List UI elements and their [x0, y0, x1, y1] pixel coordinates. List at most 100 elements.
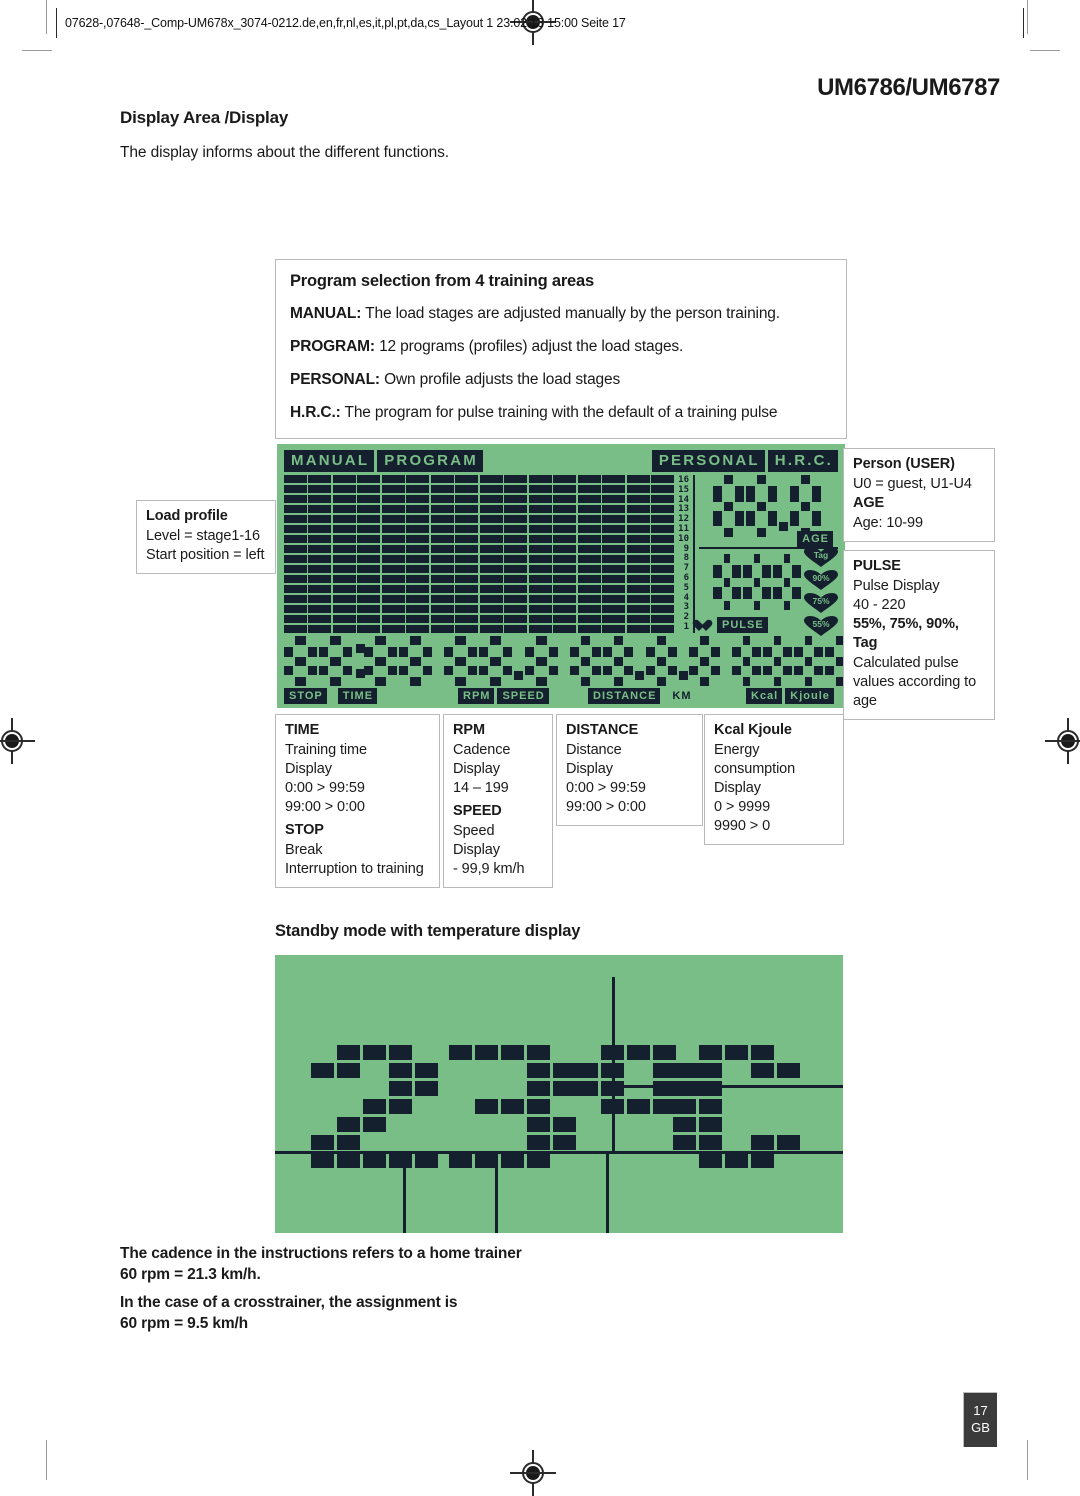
- matrix-cell: [602, 544, 626, 554]
- matrix-cell: [651, 624, 674, 633]
- standby-dot: [575, 1081, 598, 1096]
- matrix-cell: [357, 624, 381, 633]
- standby-heading: Standby mode with temperature display: [275, 922, 581, 940]
- callout-distance: DISTANCE Distance Display 0:00 > 99:59 9…: [556, 714, 703, 826]
- standby-dot: [673, 1117, 696, 1132]
- matrix-cell: [553, 484, 577, 494]
- matrix-cell: [602, 504, 626, 514]
- matrix-cell: [308, 564, 332, 574]
- callout-pulse-line-2: 40 - 220: [853, 597, 906, 613]
- matrix-cell: [284, 514, 307, 524]
- matrix-cell: [308, 604, 332, 614]
- decimal-point: [514, 671, 525, 686]
- standby-dot: [575, 1135, 598, 1150]
- matrix-cell: [284, 524, 307, 534]
- matrix-cell: [430, 504, 454, 514]
- standby-dot: [699, 1153, 722, 1168]
- standby-dot: [553, 1135, 576, 1150]
- seven-segment-digit: [602, 636, 634, 686]
- standby-dot: [777, 1117, 800, 1132]
- standby-dot: [527, 1081, 550, 1096]
- matrix-cell: [553, 624, 577, 633]
- matrix-cell: [651, 534, 674, 544]
- standby-dot: [725, 1135, 748, 1150]
- matrix-cell: [504, 604, 528, 614]
- standby-dot: [337, 1063, 360, 1078]
- callout-pulse-title: PULSE: [853, 558, 901, 574]
- callout-time-line-2: Display: [285, 761, 332, 777]
- matrix-cell: [357, 504, 381, 514]
- callout-time-line-3: 0:00 > 99:59: [285, 780, 365, 796]
- matrix-cell: [577, 494, 601, 504]
- lcd-pulse-digits: [713, 554, 803, 610]
- matrix-cell: [479, 574, 503, 584]
- scale-tick: 15: [678, 484, 689, 495]
- matrix-cell: [651, 604, 674, 614]
- seven-segment-digit: [790, 475, 821, 537]
- matrix-cell: [455, 475, 479, 484]
- lcd-rpm-digits: [444, 636, 560, 686]
- scale-tick: 5: [683, 582, 689, 593]
- standby-dot: [449, 1099, 472, 1114]
- matrix-cell: [528, 604, 552, 614]
- standby-dot: [777, 1135, 800, 1150]
- lcd-label-personal: PERSONAL: [651, 450, 765, 472]
- matrix-cell: [504, 584, 528, 594]
- matrix-cell: [332, 624, 356, 633]
- heart-zone-55-icon: 55%: [804, 616, 838, 636]
- standby-dot: [337, 1153, 360, 1168]
- callout-rpm-line-1: Cadence: [453, 742, 511, 758]
- matrix-cell: [577, 534, 601, 544]
- matrix-cell: [651, 584, 674, 594]
- matrix-cell: [577, 584, 601, 594]
- lcd-age-digits: [713, 475, 838, 537]
- callout-pulse-subtitle: 55%, 75%, 90%, Tag: [853, 616, 959, 651]
- standby-dot: [475, 1099, 498, 1114]
- matrix-cell: [357, 544, 381, 554]
- scale-tick: 2: [683, 612, 689, 623]
- standby-dot: [553, 1045, 576, 1060]
- crop-mark-left-upper: [22, 50, 52, 51]
- standby-dot: [311, 1135, 334, 1150]
- matrix-cell: [284, 504, 307, 514]
- callout-kcal-line-4: 9990 > 0: [714, 818, 771, 834]
- matrix-cell: [430, 614, 454, 624]
- standby-dot: [337, 1117, 360, 1132]
- matrix-cell: [626, 504, 650, 514]
- standby-dot: [311, 1099, 334, 1114]
- standby-dot: [415, 1063, 438, 1078]
- footnote-home-trainer-line-2: 60 rpm = 21.3 km/h.: [120, 1266, 261, 1283]
- standby-dot: [501, 1153, 524, 1168]
- standby-dot: [673, 1045, 696, 1060]
- heart-icon: [699, 620, 713, 633]
- matrix-cell: [381, 584, 405, 594]
- matrix-cell: [553, 534, 577, 544]
- lcd-age-zone: AGE: [699, 475, 838, 547]
- matrix-cell: [528, 514, 552, 524]
- standby-dot: [501, 1081, 524, 1096]
- standby-dot: [673, 1153, 696, 1168]
- matrix-cell: [626, 584, 650, 594]
- lcd-level-scale: 16 15 14 13 12 11 10 9 8 7 6 5 4 3 2 1: [674, 475, 691, 633]
- lcd-label-rpm: RPM: [458, 688, 495, 704]
- matrix-cell: [626, 484, 650, 494]
- seven-segment-digit: [570, 636, 601, 686]
- program-item-hrc: H.R.C.: The program for pulse training w…: [290, 404, 832, 422]
- matrix-cell: [528, 574, 552, 584]
- standby-dot: [777, 1099, 800, 1114]
- matrix-cell: [504, 544, 528, 554]
- matrix-cell: [357, 554, 381, 564]
- standby-dot: [415, 1081, 438, 1096]
- footnote-home-trainer: The cadence in the instructions refers t…: [120, 1243, 620, 1285]
- matrix-cell: [430, 564, 454, 574]
- matrix-cell: [479, 504, 503, 514]
- matrix-cell: [577, 475, 601, 484]
- matrix-cell: [381, 514, 405, 524]
- scale-tick: 13: [678, 504, 689, 515]
- standby-dot: [673, 1063, 696, 1078]
- matrix-cell: [626, 494, 650, 504]
- decimal-point: [779, 522, 790, 537]
- standby-dot: [601, 1117, 624, 1132]
- seven-segment-digit: [743, 554, 771, 610]
- standby-dot: [363, 1063, 386, 1078]
